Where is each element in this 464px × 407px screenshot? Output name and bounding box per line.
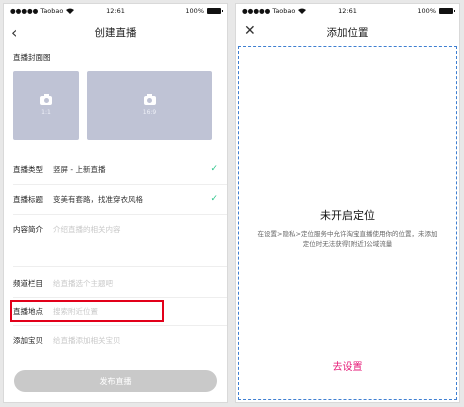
wifi-icon — [298, 8, 307, 14]
status-bar: ●●●●● Taobao 12:61 100% — [236, 4, 459, 18]
content-area — [238, 46, 457, 400]
back-icon[interactable]: ‹ — [11, 23, 17, 42]
check-icon: ✓ — [210, 164, 218, 174]
close-icon[interactable]: ✕ — [244, 23, 256, 39]
row-value: 变美有套路，找准穿衣风格 — [53, 194, 143, 204]
clock: 12:61 — [338, 7, 357, 15]
divider — [13, 214, 227, 215]
cover-ratio-label: 1:1 — [41, 108, 51, 116]
cover-wide-button[interactable]: 16:9 — [87, 71, 212, 140]
live-title-row[interactable]: 直播标题 变美有套路，找准穿衣风格 ✓ — [4, 189, 227, 209]
location-off-description: 在设置>隐私>定位服务中允许淘宝直播使用你的位置，未添加定位时无法获得[附近]公… — [257, 230, 438, 248]
publish-button[interactable]: 发布直播 — [14, 370, 217, 392]
intro-input[interactable]: 介绍直播的相关内容 — [53, 224, 121, 235]
status-bar: ●●●●● Taobao 12:61 100% — [4, 4, 227, 18]
row-label: 添加宝贝 — [13, 335, 43, 345]
carrier-label: ●●●●● Taobao — [10, 7, 64, 15]
add-item-row[interactable]: 添加宝贝 给直播添加相关宝贝 — [4, 330, 227, 350]
location-highlight-box — [10, 300, 164, 322]
row-label: 直播标题 — [13, 194, 43, 204]
camera-icon — [40, 93, 52, 105]
check-icon: ✓ — [210, 194, 218, 204]
carrier-label: ●●●●● Taobao — [242, 7, 296, 15]
divider — [13, 266, 227, 267]
battery-icon — [207, 8, 223, 14]
location-off-title: 未开启定位 — [320, 209, 375, 222]
divider — [13, 325, 227, 326]
cover-square-button[interactable]: 1:1 — [13, 71, 79, 140]
wifi-icon — [66, 8, 75, 14]
cover-section-title: 直播封面图 — [13, 53, 51, 62]
battery-label: 100% — [185, 7, 204, 15]
intro-row[interactable]: 内容简介 介绍直播的相关内容 — [4, 219, 227, 239]
battery-icon — [439, 8, 455, 14]
row-label: 频道栏目 — [13, 278, 43, 288]
live-type-row[interactable]: 直播类型 竖屏 - 上新直播 ✓ — [4, 159, 227, 179]
add-location-screen: ●●●●● Taobao 12:61 100% ✕ 添加位置 未开启定位 在设置… — [235, 3, 460, 403]
page-title: 添加位置 — [326, 26, 369, 39]
nav-bar: ‹ 创建直播 — [4, 18, 227, 46]
cover-picker: 1:1 16:9 — [13, 71, 218, 140]
camera-icon — [143, 93, 156, 105]
nav-bar: ✕ 添加位置 — [236, 18, 459, 46]
clock: 12:61 — [106, 7, 125, 15]
row-value: 竖屏 - 上新直播 — [53, 164, 106, 174]
row-label: 内容简介 — [13, 224, 43, 234]
go-settings-button[interactable]: 去设置 — [236, 358, 459, 373]
cover-ratio-label: 16:9 — [142, 108, 157, 116]
create-live-screen: ●●●●● Taobao 12:61 100% ‹ 创建直播 直播封面图 1:1… — [3, 3, 228, 403]
channel-input[interactable]: 给直播选个主题吧 — [53, 278, 113, 289]
divider — [13, 184, 227, 185]
add-item-input[interactable]: 给直播添加相关宝贝 — [53, 335, 121, 346]
battery-label: 100% — [417, 7, 436, 15]
divider — [13, 297, 227, 298]
page-title: 创建直播 — [94, 26, 137, 39]
row-label: 直播类型 — [13, 164, 43, 174]
channel-row[interactable]: 频道栏目 给直播选个主题吧 — [4, 273, 227, 293]
